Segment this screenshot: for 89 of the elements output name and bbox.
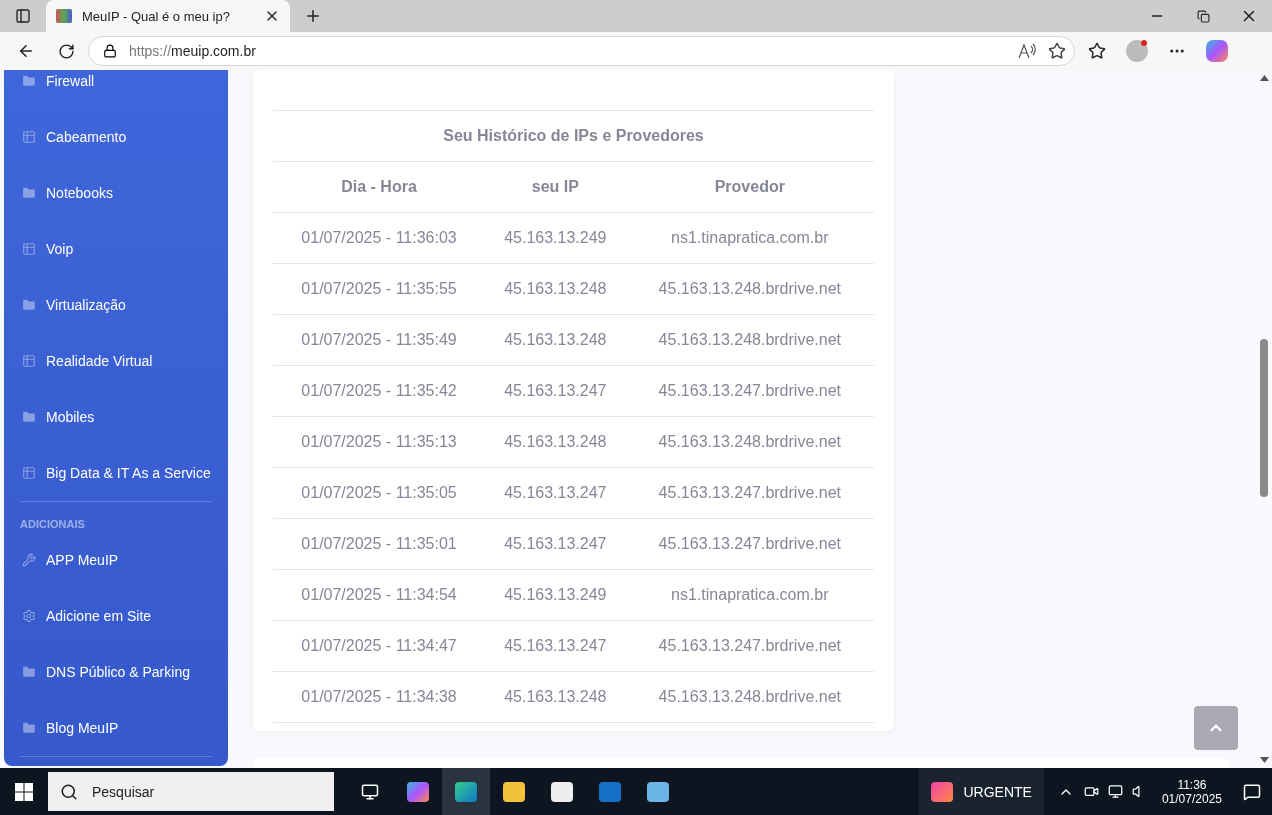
table-cell: 01/07/2025 - 11:34:47: [273, 620, 486, 672]
table-cell: 45.163.13.247: [485, 467, 626, 519]
table-cell: 01/07/2025 - 11:35:42: [273, 365, 486, 417]
table-cell: ns1.tinapratica.com.br: [625, 569, 874, 621]
column-header: Dia - Hora: [273, 161, 486, 213]
search-placeholder: Pesquisar: [92, 783, 155, 800]
sidebar-item[interactable]: Voip: [20, 221, 212, 277]
copilot-app-icon[interactable]: [407, 781, 429, 802]
browser-tab[interactable]: MeuIP - Qual é o meu ip?: [46, 0, 290, 32]
table-cell: 01/07/2025 - 11:35:13: [273, 416, 486, 468]
table-icon: [22, 130, 36, 144]
table-cell: 45.163.13.247.brdrive.net: [625, 467, 874, 519]
column-header: Provedor: [625, 161, 874, 213]
table-cell: 45.163.13.248: [485, 416, 626, 468]
scrollbar-thumb[interactable]: [1260, 339, 1268, 497]
read-aloud-icon[interactable]: [1018, 43, 1036, 59]
table-cell: 01/07/2025 - 11:34:54: [273, 569, 486, 621]
table-cell: 01/07/2025 - 11:35:05: [273, 467, 486, 519]
table-cell: 45.163.13.247.brdrive.net: [625, 620, 874, 672]
table-icon: [22, 466, 36, 480]
reload-icon[interactable]: [57, 42, 75, 60]
sidebar-item[interactable]: Notebooks: [20, 165, 212, 221]
sidebar-item[interactable]: Cabeamento: [20, 109, 212, 165]
sidebar-item[interactable]: Big Data & IT As a Service: [20, 445, 212, 501]
table-cell: 45.163.13.247: [485, 620, 626, 672]
table-cell: 45.163.13.248.brdrive.net: [625, 416, 874, 468]
table-cell: 45.163.13.248.brdrive.net: [625, 263, 874, 315]
new-tab-icon[interactable]: [304, 7, 322, 25]
search-icon: [60, 782, 78, 801]
table-icon: [22, 242, 36, 256]
gear-icon: [22, 609, 36, 623]
table-title: Seu Histórico de IPs e Provedores: [273, 110, 874, 162]
camera-icon[interactable]: [1084, 784, 1100, 799]
profile-avatar[interactable]: [1126, 40, 1148, 62]
sidebar-item[interactable]: Firewall: [20, 70, 212, 109]
table-cell: 45.163.13.248: [485, 314, 626, 366]
favorites-icon[interactable]: [1088, 42, 1106, 60]
scroll-up-icon[interactable]: [1259, 75, 1269, 81]
tab-title: MeuIP - Qual é o meu ip?: [82, 8, 231, 24]
table-cell: ns1.tinapratica.com.br: [625, 212, 874, 264]
sidebar-item[interactable]: Adicione em Site: [20, 588, 212, 644]
back-icon[interactable]: [17, 42, 35, 60]
clock[interactable]: 11:36 01/07/2025: [1151, 777, 1232, 806]
scroll-down-icon[interactable]: [1259, 757, 1269, 763]
folder-icon: [22, 721, 36, 735]
table-cell: 01/07/2025 - 11:35:55: [273, 263, 486, 315]
sidebar-toggle-icon[interactable]: [15, 8, 31, 24]
table-cell: 45.163.13.248.brdrive.net: [625, 314, 874, 366]
table-cell: 01/07/2025 - 11:35:49: [273, 314, 486, 366]
table-cell: 45.163.13.248: [485, 671, 626, 723]
sidebar-heading: ADICIONAIS: [20, 517, 86, 532]
favorite-star-icon[interactable]: [1048, 42, 1066, 60]
folder-icon: [22, 298, 36, 312]
table-cell: 45.163.13.248.brdrive.net: [625, 671, 874, 723]
table-cell: 45.163.13.247: [485, 365, 626, 417]
copilot-icon[interactable]: [1206, 40, 1228, 62]
sidebar-item[interactable]: Blog MeuIP: [20, 700, 212, 756]
table-cell: 01/07/2025 - 11:36:03: [273, 212, 486, 264]
table-cell: 01/07/2025 - 11:34:38: [273, 671, 486, 723]
windows-logo-icon[interactable]: [15, 782, 33, 801]
table-cell: 45.163.13.247: [485, 518, 626, 570]
news-widget[interactable]: URGENTE: [919, 768, 1044, 815]
network-icon[interactable]: [1108, 784, 1124, 799]
taskbar-search-field[interactable]: Pesquisar: [48, 772, 334, 811]
sidebar-item[interactable]: Mobiles: [20, 389, 212, 445]
table-cell: 45.163.13.249: [485, 569, 626, 621]
restore-icon[interactable]: [1196, 9, 1210, 23]
lock-icon: [103, 44, 117, 58]
task-view-icon[interactable]: [361, 782, 379, 801]
folder-icon: [22, 665, 36, 679]
sidebar-item[interactable]: APP MeuIP: [20, 532, 212, 588]
table-cell: 45.163.13.249: [485, 212, 626, 264]
column-header: seu IP: [485, 161, 626, 213]
folder-icon: [22, 410, 36, 424]
sidebar-item[interactable]: Virtualização: [20, 277, 212, 333]
folder-icon: [22, 74, 36, 88]
address-bar[interactable]: https://meuip.com.br: [88, 36, 1075, 66]
table-cell: 45.163.13.248: [485, 263, 626, 315]
notifications-icon[interactable]: [1243, 782, 1261, 801]
folder-icon: [22, 186, 36, 200]
wrench-icon: [22, 553, 36, 567]
sidebar-item[interactable]: DNS Público & Parking: [20, 644, 212, 700]
notification-dot: [1141, 40, 1147, 46]
favicon-icon: [56, 9, 72, 23]
table-cell: 01/07/2025 - 11:35:01: [273, 518, 486, 570]
table-icon: [22, 354, 36, 368]
table-cell: 45.163.13.247.brdrive.net: [625, 365, 874, 417]
table-cell: 45.163.13.247.brdrive.net: [625, 518, 874, 570]
sidebar-item[interactable]: Realidade Virtual: [20, 333, 212, 389]
